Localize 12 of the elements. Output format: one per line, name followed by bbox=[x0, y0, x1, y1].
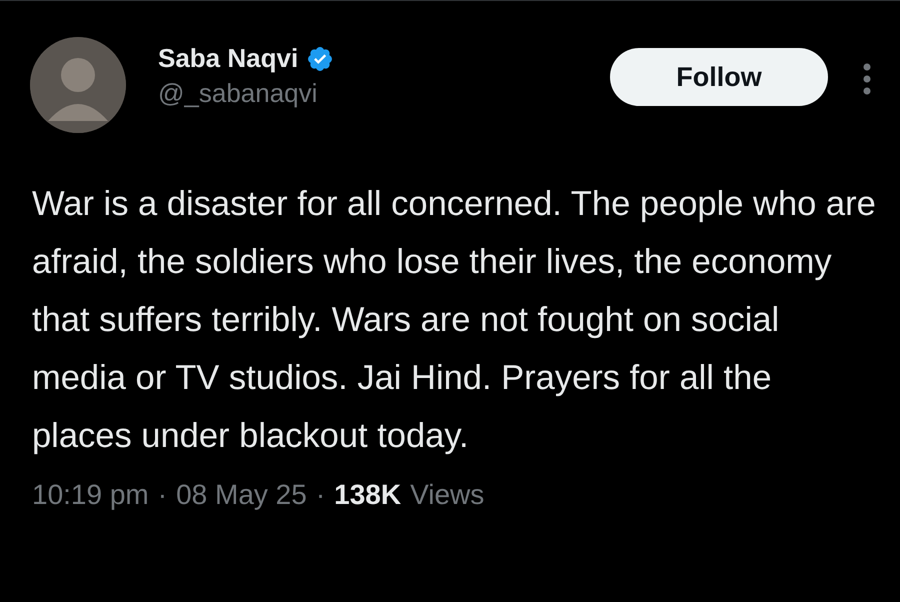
follow-button[interactable]: Follow bbox=[610, 48, 828, 106]
tweet-time[interactable]: 10:19 pm bbox=[32, 479, 149, 511]
views-label: Views bbox=[410, 479, 484, 511]
author-name[interactable]: Saba Naqvi bbox=[158, 43, 298, 74]
more-options-icon[interactable] bbox=[862, 62, 872, 96]
separator-dot: · bbox=[316, 479, 326, 511]
avatar[interactable] bbox=[30, 37, 126, 133]
author-handle[interactable]: @_sabanaqvi bbox=[158, 78, 610, 109]
separator-dot: · bbox=[158, 479, 168, 511]
tweet-date[interactable]: 08 May 25 bbox=[176, 479, 307, 511]
tweet-text: War is a disaster for all concerned. The people who are afraid, the soldiers who lose their lives, the economy that suffers terribly. Wars are not fought on social media or TV studios. Jai Hind. Prayers for all the places under blackout today. bbox=[32, 184, 876, 457]
views-count: 138K bbox=[334, 479, 402, 511]
